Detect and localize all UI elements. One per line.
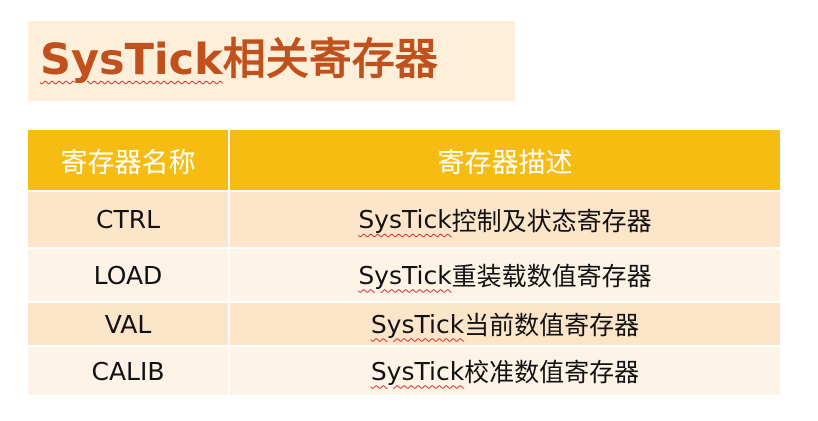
slide-title: SysTick相关寄存器 [40,32,438,88]
register-description-cell: SysTick 控制及状态寄存器 [230,190,780,247]
register-table: 寄存器名称 寄存器描述 CTRL SysTick 控制及状态寄存器 LOAD Sy… [28,130,780,395]
table-row: CALIB SysTick 校准数值寄存器 [28,345,780,395]
header-register-name: 寄存器名称 [28,130,230,190]
description-prefix: SysTick [370,309,465,339]
register-name-cell: LOAD [28,247,230,301]
description-prefix: SysTick [358,260,452,290]
header-register-description: 寄存器描述 [230,130,780,190]
slide: SysTick相关寄存器 寄存器名称 寄存器描述 CTRL SysTick 控制及… [0,0,818,421]
table-row: VAL SysTick 当前数值寄存器 [28,301,780,345]
register-description-cell: SysTick 重装载数值寄存器 [230,247,780,301]
description-suffix: 重装载数值寄存器 [451,262,652,291]
register-description-cell: SysTick 校准数值寄存器 [230,345,780,395]
title-suffix: 相关寄存器 [222,35,438,85]
description-prefix: SysTick [358,205,452,234]
register-name-cell: CTRL [28,190,230,247]
table-row: LOAD SysTick 重装载数值寄存器 [28,247,780,301]
register-name-cell: VAL [28,301,230,345]
table-row: CTRL SysTick 控制及状态寄存器 [28,190,780,247]
register-description-cell: SysTick 当前数值寄存器 [230,301,780,345]
description-suffix: 控制及状态寄存器 [451,206,652,236]
title-prefix: SysTick [40,35,223,85]
title-box: SysTick相关寄存器 [28,21,515,101]
description-prefix: SysTick [370,356,465,386]
description-suffix: 当前数值寄存器 [464,311,640,340]
description-suffix: 校准数值寄存器 [464,358,640,387]
table-header-row: 寄存器名称 寄存器描述 [28,130,780,190]
register-name-cell: CALIB [28,345,230,395]
